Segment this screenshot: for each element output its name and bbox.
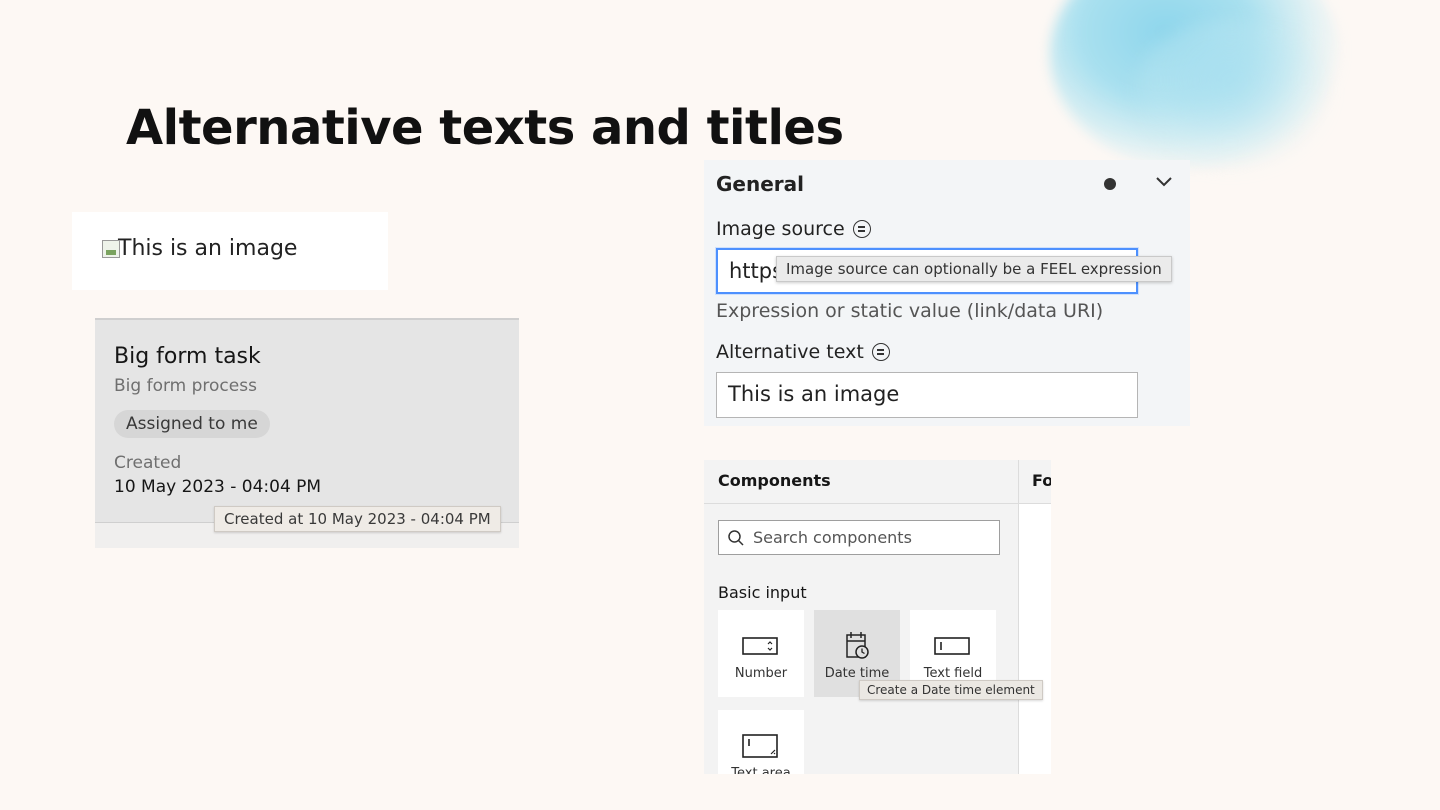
broken-image-icon xyxy=(102,239,120,258)
broken-image: This is an image xyxy=(102,236,297,261)
tile-label: Text area xyxy=(731,766,791,774)
form-canvas-column: Fo xyxy=(1019,460,1051,774)
date-time-icon xyxy=(846,632,869,659)
task-card[interactable]: Big form task Big form process Assigned … xyxy=(95,318,519,548)
tile-label: Text field xyxy=(923,666,983,681)
palette-title: Components xyxy=(718,471,831,490)
assignee-tag: Assigned to me xyxy=(114,410,270,438)
component-search[interactable] xyxy=(718,520,1000,555)
components-palette: Components Fo Basic input Number Date ti… xyxy=(704,460,1051,774)
broken-image-card: This is an image xyxy=(72,212,388,290)
image-source-label-row: Image source xyxy=(716,218,871,240)
general-section-title: General xyxy=(716,172,804,196)
created-label: Created xyxy=(114,453,182,473)
chevron-down-icon[interactable] xyxy=(1154,172,1174,192)
text-area-icon xyxy=(742,734,778,758)
created-value: 10 May 2023 - 04:04 PM xyxy=(114,477,322,497)
form-canvas-title: Fo xyxy=(1032,471,1051,490)
date-time-tooltip: Create a Date time element xyxy=(859,680,1043,700)
slide-title: Alternative texts and titles xyxy=(126,100,844,156)
tile-number[interactable]: Number xyxy=(718,610,804,697)
decorative-blob-secondary xyxy=(1130,20,1330,170)
image-source-label: Image source xyxy=(716,218,845,240)
basic-input-section: Basic input xyxy=(718,583,807,602)
search-input[interactable] xyxy=(753,528,993,547)
feel-tooltip: Image source can optionally be a FEEL ex… xyxy=(776,256,1172,282)
form-canvas-header: Fo xyxy=(1019,460,1051,504)
text-field-icon xyxy=(934,637,970,655)
properties-panel: General Image source https Expression or… xyxy=(704,160,1190,426)
tile-label: Number xyxy=(734,666,788,681)
feel-expression-icon[interactable] xyxy=(852,220,871,238)
alt-text-label: Alternative text xyxy=(716,341,864,363)
palette-header: Components xyxy=(704,460,1019,504)
alt-text-label-row: Alternative text xyxy=(716,341,890,363)
task-process-name: Big form process xyxy=(114,376,257,396)
section-status-dot xyxy=(1104,178,1116,190)
created-tooltip: Created at 10 May 2023 - 04:04 PM xyxy=(214,506,501,532)
broken-image-alt-text: This is an image xyxy=(118,236,298,261)
search-icon xyxy=(728,529,744,546)
number-icon xyxy=(742,637,778,655)
tile-label: Date time xyxy=(824,666,890,681)
image-source-hint: Expression or static value (link/data UR… xyxy=(716,300,1104,322)
task-title: Big form task xyxy=(114,344,261,369)
tile-text-area[interactable]: Text area xyxy=(718,710,804,774)
alt-text-input[interactable]: This is an image xyxy=(716,372,1138,418)
feel-expression-icon[interactable] xyxy=(871,343,890,361)
